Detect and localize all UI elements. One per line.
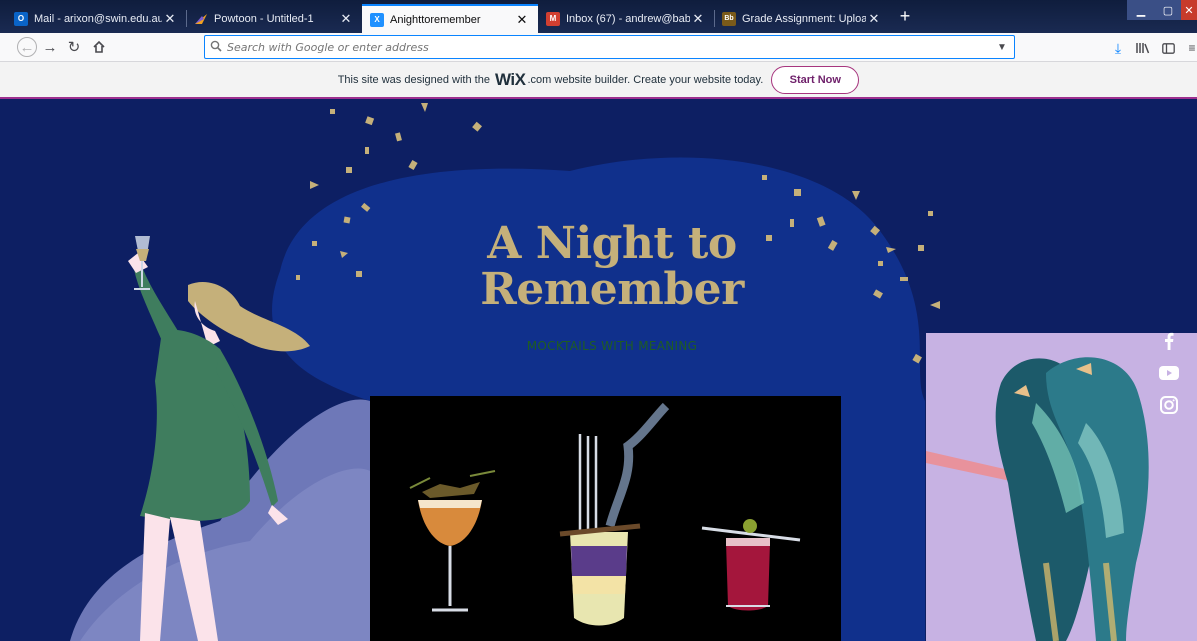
forward-arrow-icon[interactable]: → (40, 37, 60, 57)
tab-title: Anighttoremember (390, 13, 481, 26)
gmail-icon: M (546, 11, 560, 26)
title-line-1: A Night to (487, 218, 737, 269)
tab-inbox[interactable]: M Inbox (67) - andrew@babelfish ✕ (538, 4, 715, 33)
reload-icon[interactable]: ↻ (64, 37, 84, 57)
close-icon[interactable]: ✕ (162, 11, 178, 27)
hero-section: A Night to Remember MOCKTAILS WITH MEANI… (10, 101, 1197, 641)
banner-suffix: .com website builder. Create your websit… (527, 73, 764, 86)
facebook-icon[interactable] (1158, 330, 1180, 352)
close-icon[interactable]: ✕ (514, 12, 530, 28)
coupe-glass (409, 470, 496, 612)
minimize-button[interactable]: ▁ (1127, 0, 1155, 20)
outlook-icon: O (14, 11, 28, 26)
banner-message: This site was designed with the WiX .com… (338, 70, 764, 90)
home-icon[interactable] (89, 37, 109, 57)
tab-powtoon[interactable]: Powtoon - Untitled-1 ✕ (186, 4, 362, 33)
wix-logo: WiX (495, 69, 526, 89)
close-icon[interactable]: ✕ (338, 11, 354, 27)
wix-ad-banner: This site was designed with the WiX .com… (0, 62, 1197, 99)
tab-mail[interactable]: O Mail - arixon@swin.edu.au ✕ (6, 4, 187, 33)
library-icon[interactable] (1134, 39, 1152, 57)
instagram-icon[interactable] (1158, 394, 1180, 416)
address-bar[interactable]: ▼ (204, 35, 1015, 59)
tab-title: Inbox (67) - andrew@babelfish (566, 12, 690, 25)
wix-icon: X (370, 12, 384, 27)
tumbler-glass (701, 519, 801, 611)
tab-title: Powtoon - Untitled-1 (214, 12, 314, 25)
maximize-button[interactable]: ▢ (1155, 0, 1181, 20)
close-window-button[interactable]: ✕ (1181, 0, 1197, 20)
new-tab-button[interactable]: + (894, 5, 916, 27)
close-icon[interactable]: ✕ (866, 11, 882, 27)
page-subtitle: MOCKTAILS WITH MEANING (526, 339, 698, 353)
start-now-button[interactable]: Start Now (771, 65, 860, 94)
cocktail-photo (370, 396, 841, 641)
banner-prefix: This site was designed with the (337, 73, 490, 86)
menu-icon[interactable]: ≡ (1187, 39, 1197, 57)
tab-anighttoremember[interactable]: X Anighttoremember ✕ (362, 4, 538, 33)
search-icon (205, 40, 227, 55)
download-icon[interactable]: ⤓ (1110, 39, 1126, 57)
sidebar-icon[interactable] (1160, 39, 1176, 57)
youtube-icon[interactable] (1158, 362, 1180, 384)
tab-title: Mail - arixon@swin.edu.au (34, 12, 162, 25)
tab-strip: O Mail - arixon@swin.edu.au ✕ Powtoon - … (0, 0, 1197, 33)
title-line-2: Remember (480, 264, 744, 315)
parrot-artwork (926, 333, 1197, 641)
blackboard-icon: Bb (722, 11, 736, 26)
chevron-down-icon[interactable]: ▼ (990, 42, 1014, 53)
address-input[interactable] (227, 40, 990, 54)
highball-glass (559, 402, 670, 626)
tab-title: Grade Assignment: Upload Wri (742, 12, 866, 25)
close-icon[interactable]: ✕ (690, 11, 706, 27)
back-arrow-icon[interactable]: ← (17, 37, 37, 57)
tab-grade-assignment[interactable]: Bb Grade Assignment: Upload Wri ✕ (714, 4, 890, 33)
powtoon-icon (194, 12, 208, 26)
page-title: A Night to Remember (462, 221, 762, 313)
navigation-bar: ← → ↻ ▼ ⤓ ≡ (0, 33, 1197, 62)
